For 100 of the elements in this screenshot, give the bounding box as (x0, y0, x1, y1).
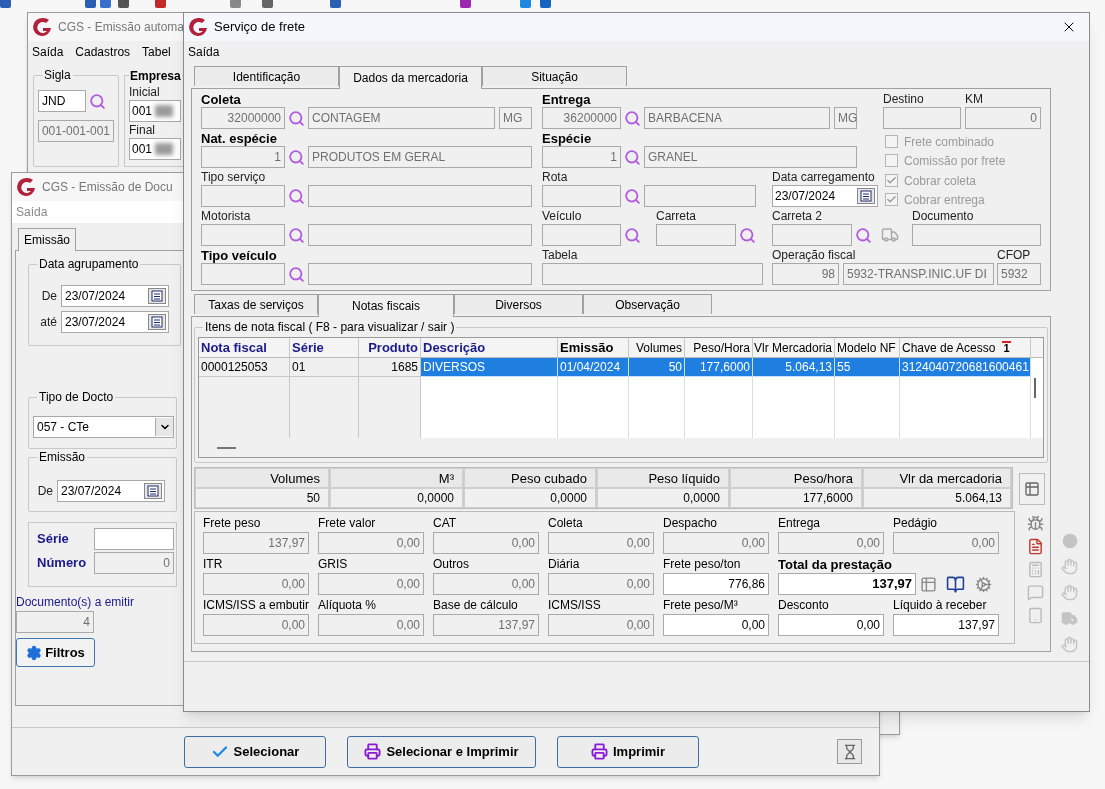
input-field[interactable]: 0,00 (548, 573, 654, 595)
input-field[interactable] (542, 185, 621, 207)
date-field[interactable]: 23/07/2024 (57, 480, 165, 502)
table-cell[interactable]: 0000125053 (199, 358, 290, 378)
toolbar-icon[interactable] (460, 0, 471, 8)
filters-button[interactable]: Filtros (16, 638, 95, 667)
toolbar-icon[interactable] (540, 0, 551, 8)
action-button[interactable]: Selecionar (184, 735, 326, 768)
input-field[interactable] (201, 224, 285, 246)
toolbar-icon[interactable] (118, 0, 129, 8)
menu-item[interactable]: Saída (32, 43, 64, 61)
gear-icon[interactable] (975, 575, 992, 593)
circle-icon[interactable] (1061, 533, 1078, 549)
scrollbar-thumb[interactable] (217, 446, 236, 449)
table-cell[interactable]: 50 (629, 358, 685, 378)
input-field[interactable]: 0,00 (433, 573, 539, 595)
toolbar-icon[interactable] (330, 0, 341, 8)
truck-icon[interactable] (881, 226, 899, 244)
column-header[interactable]: Vlr Mercadoria (753, 338, 835, 357)
input-field[interactable]: 0,00 (318, 532, 424, 554)
input-field[interactable]: 0,00 (778, 614, 884, 636)
menu-item[interactable]: Saída (16, 203, 48, 221)
input-field[interactable] (201, 263, 285, 285)
truck-icon[interactable] (1061, 610, 1078, 627)
search-icon[interactable] (624, 187, 641, 205)
hand-icon[interactable] (1061, 584, 1078, 601)
input-field[interactable]: 98 (772, 263, 839, 285)
input-field[interactable]: 137,97 (778, 573, 916, 595)
calendar-icon[interactable] (144, 483, 162, 499)
input-field[interactable]: 1 (201, 146, 285, 168)
date-field[interactable]: 23/07/2024 (61, 285, 169, 307)
toolbar-icon[interactable] (155, 0, 166, 8)
input-field[interactable]: 1 (542, 146, 621, 168)
column-header[interactable]: Produto (359, 338, 421, 357)
checkbox[interactable] (885, 135, 898, 148)
table-cell[interactable]: 5.064,13 (753, 358, 835, 378)
table-cell[interactable]: 01/04/2024 (558, 358, 629, 378)
column-header[interactable]: Volumes (629, 338, 685, 357)
chat-icon[interactable] (1026, 584, 1044, 601)
table-cell[interactable]: 177,6000 (685, 358, 753, 378)
toolbar-icon[interactable] (0, 0, 11, 8)
input-field[interactable] (772, 224, 852, 246)
tablet-icon[interactable] (1026, 607, 1044, 624)
input-field[interactable]: 0,00 (203, 614, 309, 636)
input-field[interactable]: JND (38, 90, 86, 112)
tab[interactable]: Notas fiscais (318, 294, 454, 317)
dropdown[interactable]: 057 - CTe (33, 416, 174, 438)
input-field[interactable]: 0,00 (893, 532, 999, 554)
input-field[interactable]: 0,00 (778, 532, 884, 554)
input-field[interactable]: 36200000 (542, 107, 621, 129)
tab[interactable]: Emissão (18, 228, 76, 251)
search-icon[interactable] (624, 148, 641, 166)
action-button[interactable]: Imprimir (557, 735, 699, 768)
input-field[interactable]: 0,00 (663, 532, 769, 554)
input-field[interactable] (201, 185, 285, 207)
input-field[interactable]: 0,00 (663, 614, 769, 636)
search-icon[interactable] (739, 226, 756, 244)
input-field[interactable] (883, 107, 961, 129)
table-cell[interactable]: 3124040720681600461 (900, 358, 1031, 378)
input-field[interactable]: 137,97 (203, 532, 309, 554)
column-header[interactable]: Emissão (558, 338, 629, 357)
book-icon[interactable] (946, 574, 965, 594)
input-field[interactable]: 4 (16, 611, 94, 633)
document-icon[interactable] (1026, 538, 1044, 555)
input-field[interactable]: 5932 (997, 263, 1041, 285)
table-cell[interactable]: 01 (290, 358, 359, 378)
date-field[interactable]: 23/07/2024 (61, 311, 169, 333)
column-header[interactable]: Modelo NF (835, 338, 900, 357)
calendar-icon[interactable] (148, 288, 166, 304)
search-icon[interactable] (288, 265, 305, 283)
column-header[interactable]: Série (290, 338, 359, 357)
column-header[interactable]: Chave de Acesso 1 (900, 338, 1031, 357)
input-field[interactable] (308, 224, 532, 246)
menu-item[interactable]: Tabel (142, 43, 171, 61)
tab[interactable]: Situação (482, 66, 627, 86)
input-field[interactable] (94, 528, 174, 550)
date-field[interactable]: 23/07/2024 (772, 185, 878, 207)
input-field[interactable]: 001-001-001 (38, 120, 114, 142)
input-field[interactable]: MG (499, 107, 532, 129)
checkbox[interactable] (885, 193, 898, 206)
search-icon[interactable] (288, 109, 305, 127)
input-field[interactable]: 0 (965, 107, 1041, 129)
tab[interactable]: Taxas de serviços (194, 294, 318, 314)
tab[interactable]: Identificação (194, 66, 339, 86)
input-field[interactable] (542, 224, 621, 246)
input-field[interactable]: MG (834, 107, 857, 129)
toolbar-icon[interactable] (85, 0, 96, 8)
search-icon[interactable] (288, 226, 305, 244)
input-field[interactable]: 0,00 (203, 573, 309, 595)
input-field[interactable] (656, 224, 736, 246)
checkbox[interactable] (885, 174, 898, 187)
menu-item[interactable]: Cadastros (75, 43, 131, 61)
input-field[interactable]: GRANEL (644, 146, 857, 168)
tab[interactable]: Dados da mercadoria (339, 66, 482, 89)
column-header[interactable]: Nota fiscal (199, 338, 290, 357)
search-icon[interactable] (288, 187, 305, 205)
tab[interactable]: Diversos (454, 294, 583, 314)
search-icon[interactable] (89, 92, 106, 110)
input-field[interactable]: CONTAGEM (308, 107, 495, 129)
hand-icon[interactable] (1061, 636, 1078, 653)
